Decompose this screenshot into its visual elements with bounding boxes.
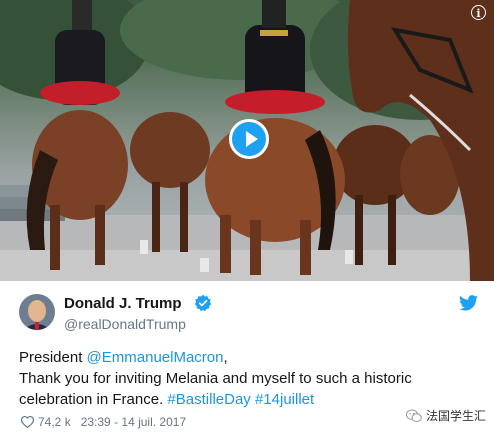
avatar[interactable]	[19, 294, 55, 330]
author-handle[interactable]: @realDonaldTrump	[64, 316, 186, 332]
video-thumbnail[interactable]: i	[0, 0, 494, 281]
heart-icon[interactable]	[21, 416, 34, 428]
mention-link[interactable]: @EmmanuelMacron	[87, 349, 224, 366]
twitter-bird-icon[interactable]	[459, 295, 478, 311]
avatar-image	[19, 294, 55, 330]
tweet-timestamp[interactable]: 23:39 - 14 juil. 2017	[81, 415, 186, 429]
hashtag-link[interactable]: #BastilleDay	[167, 391, 250, 408]
wechat-watermark: 法国学生汇	[405, 407, 486, 424]
tweet-header: Donald J. Trump @realDonaldTrump	[19, 292, 484, 334]
verified-badge-icon	[194, 294, 212, 312]
tweet-footer: 74,2 k 23:39 - 14 juil. 2017	[21, 415, 186, 429]
hashtag-link[interactable]: #14juillet	[255, 391, 314, 408]
info-icon[interactable]: i	[471, 5, 486, 20]
watermark-text: 法国学生汇	[425, 409, 486, 423]
tweet-text-part: President	[19, 349, 87, 366]
tweet-text-part: ,	[223, 349, 228, 366]
play-button[interactable]	[229, 119, 269, 159]
wechat-icon	[405, 409, 422, 422]
like-count: 74,2 k	[38, 415, 71, 429]
tweet-text: President @EmmanuelMacron, Thank you for …	[19, 347, 479, 410]
author-name[interactable]: Donald J. Trump	[64, 295, 182, 312]
play-icon	[246, 131, 258, 147]
